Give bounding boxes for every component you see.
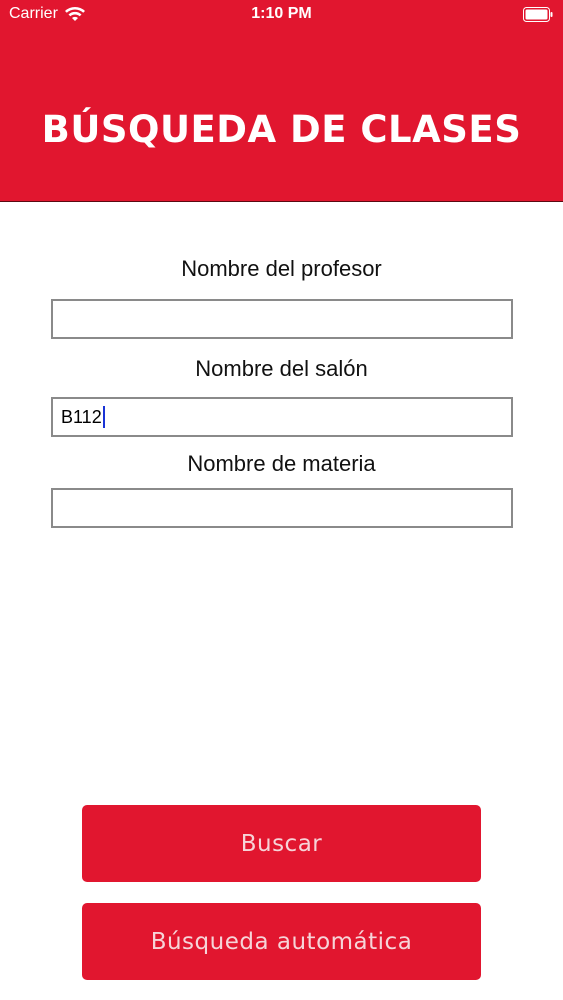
room-input[interactable]: B112 bbox=[51, 397, 513, 437]
page-title: BÚSQUEDA DE CLASES bbox=[41, 108, 522, 151]
battery-icon bbox=[523, 7, 553, 22]
search-button[interactable]: Buscar bbox=[82, 805, 481, 882]
room-input-value: B112 bbox=[61, 406, 102, 427]
auto-search-button[interactable]: Búsqueda automática bbox=[82, 903, 481, 980]
subject-input[interactable] bbox=[51, 488, 513, 528]
subject-label: Nombre de materia bbox=[187, 451, 376, 476]
screen: Carrier 1:10 PM BÚSQUEDA DE CLASES Nombr… bbox=[0, 0, 563, 1000]
status-time: 1:10 PM bbox=[251, 5, 312, 22]
status-bar: Carrier 1:10 PM bbox=[0, 0, 563, 30]
room-label: Nombre del salón bbox=[195, 356, 368, 381]
professor-input[interactable] bbox=[51, 299, 513, 339]
text-cursor bbox=[102, 406, 105, 428]
header: Carrier 1:10 PM BÚSQUEDA DE CLASES bbox=[0, 0, 563, 202]
professor-label: Nombre del profesor bbox=[181, 256, 382, 281]
